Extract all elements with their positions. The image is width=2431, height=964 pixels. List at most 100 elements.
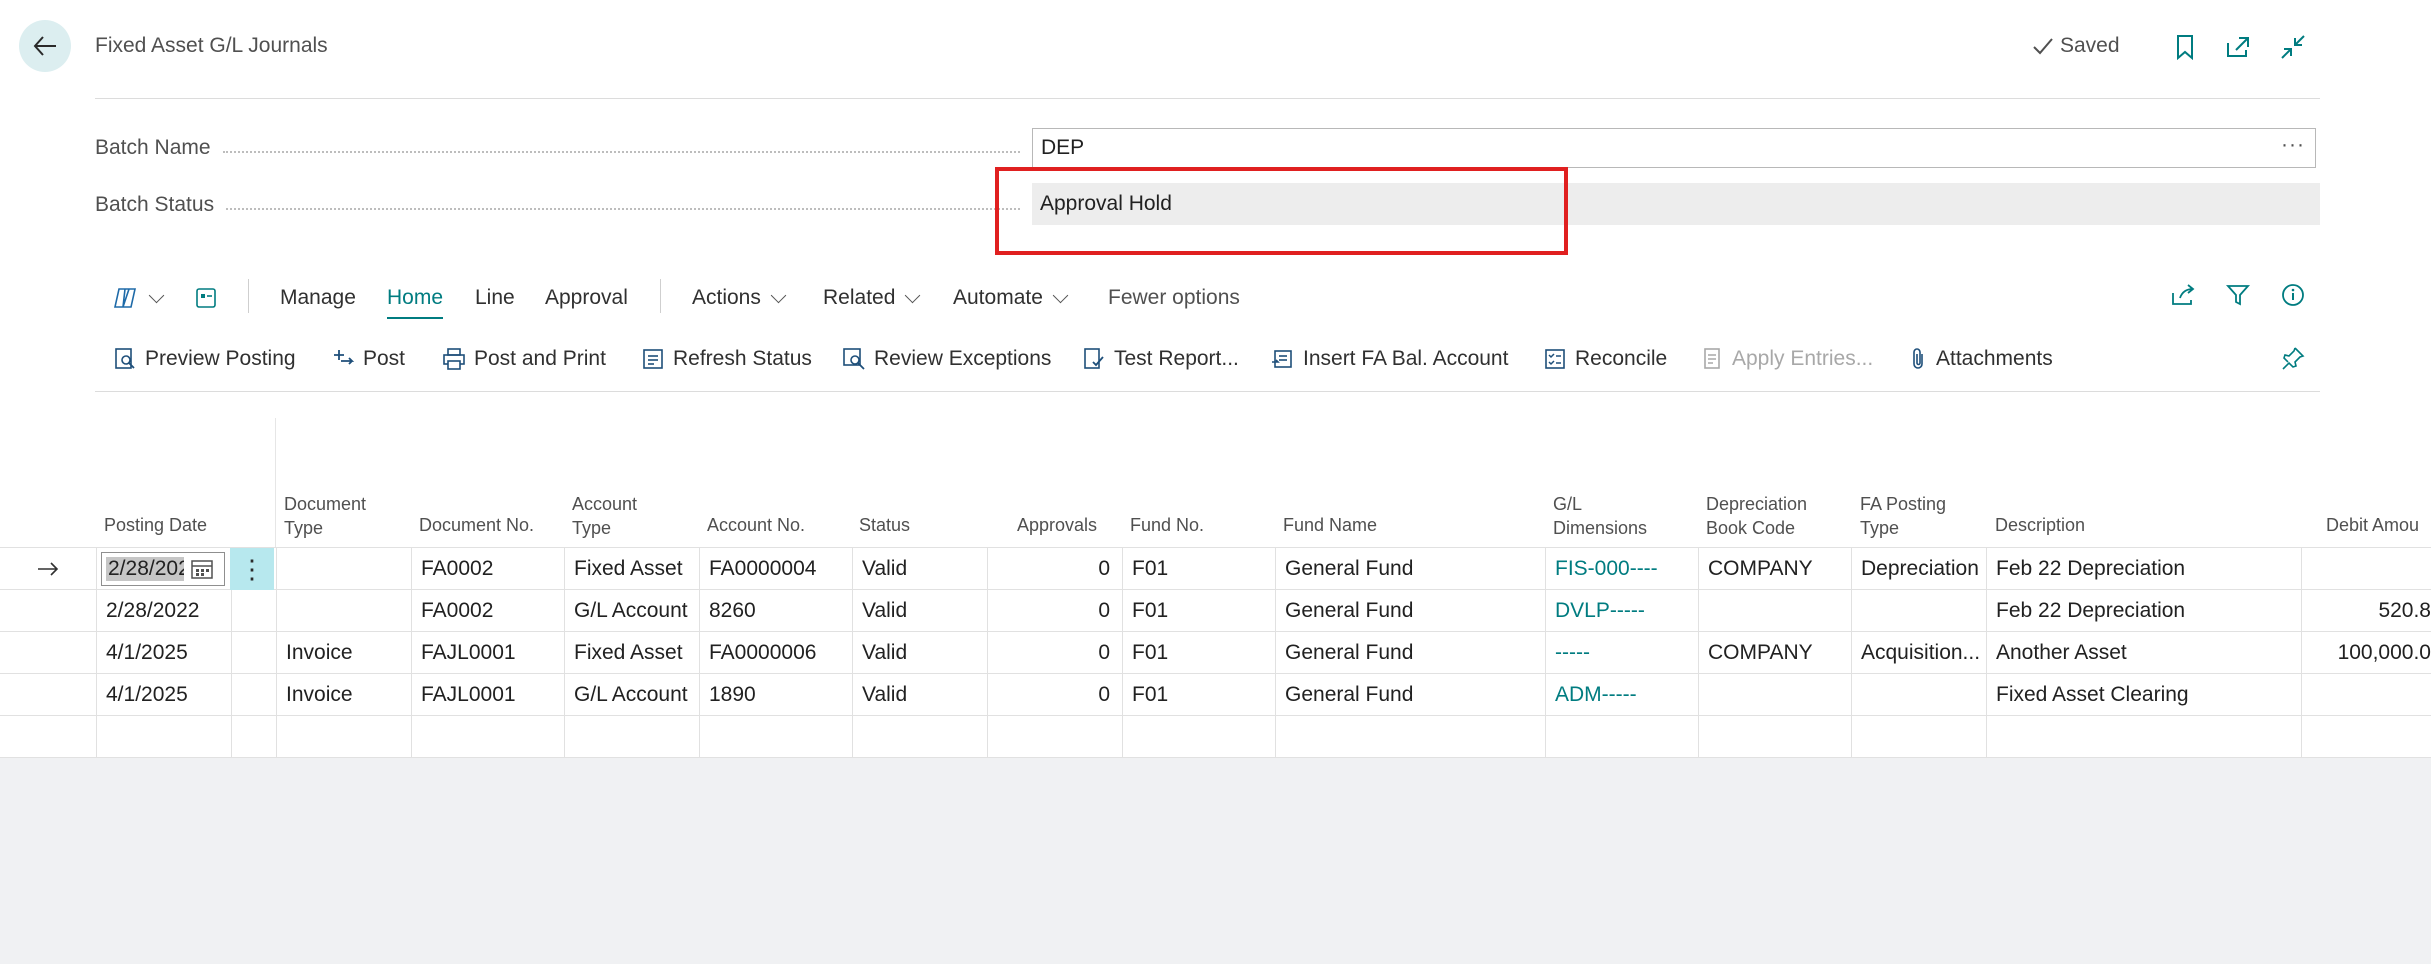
gl-dimensions-link[interactable]: FIS-000---- — [1545, 548, 1698, 590]
debit-amount-cell[interactable]: 520.8 — [2301, 590, 2431, 632]
account-no-cell[interactable]: FA0000006 — [699, 632, 852, 674]
account-type-cell[interactable]: Fixed Asset — [564, 548, 699, 590]
posting-date-cell[interactable]: 4/1/2025 — [96, 674, 231, 716]
description-cell[interactable] — [1986, 716, 2301, 758]
col-header-fa-posting-type[interactable]: FA Posting Type — [1860, 492, 1946, 540]
tab-manage[interactable]: Manage — [280, 283, 356, 313]
col-header-posting-date[interactable]: Posting Date — [104, 513, 207, 537]
pin-action-bar-button[interactable] — [2278, 343, 2308, 373]
posting-date-cell[interactable]: 4/1/2025 — [96, 632, 231, 674]
preview-posting-button[interactable]: Preview Posting — [113, 344, 296, 374]
fa-posting-type-cell[interactable] — [1851, 590, 1986, 632]
document-type-cell[interactable] — [276, 716, 411, 758]
col-header-account-type[interactable]: Account Type — [572, 492, 637, 540]
account-type-cell[interactable] — [564, 716, 699, 758]
table-row[interactable]: 4/1/2025 Invoice FAJL0001 Fixed Asset FA… — [0, 632, 2431, 674]
batch-name-input[interactable]: DEP ··· — [1032, 128, 2316, 168]
col-header-depreciation-book-code[interactable]: Depreciation Book Code — [1706, 492, 1807, 540]
row-actions-cell[interactable] — [231, 590, 276, 632]
related-menu[interactable]: Related — [823, 283, 921, 313]
account-no-cell[interactable]: 8260 — [699, 590, 852, 632]
gl-dimensions-link[interactable]: DVLP----- — [1545, 590, 1698, 632]
share-button[interactable] — [2168, 280, 2198, 310]
post-and-print-button[interactable]: Post and Print — [442, 344, 606, 374]
document-no-cell[interactable]: FA0002 — [411, 590, 564, 632]
col-header-status[interactable]: Status — [859, 513, 910, 537]
account-no-cell[interactable]: 1890 — [699, 674, 852, 716]
col-header-fund-name[interactable]: Fund Name — [1283, 513, 1377, 537]
posting-date-input[interactable]: 2/28/202 — [101, 552, 225, 586]
back-button[interactable] — [19, 20, 71, 72]
depreciation-book-cell[interactable] — [1698, 674, 1851, 716]
gl-dimensions-link[interactable]: ----- — [1545, 632, 1698, 674]
fund-no-cell[interactable]: F01 — [1122, 590, 1275, 632]
depreciation-book-cell[interactable]: COMPANY — [1698, 548, 1851, 590]
gl-dimensions-link[interactable]: ADM----- — [1545, 674, 1698, 716]
debit-amount-cell[interactable] — [2301, 716, 2431, 758]
debit-amount-cell[interactable] — [2301, 548, 2431, 590]
row-actions-cell[interactable] — [231, 674, 276, 716]
collapse-button[interactable] — [2278, 32, 2308, 62]
col-header-document-no[interactable]: Document No. — [419, 513, 534, 537]
fund-no-cell[interactable]: F01 — [1122, 674, 1275, 716]
refresh-status-button[interactable]: Refresh Status — [641, 344, 812, 374]
col-header-document-type[interactable]: Document Type — [284, 492, 366, 540]
fund-no-cell[interactable]: F01 — [1122, 548, 1275, 590]
document-no-cell[interactable]: FA0002 — [411, 548, 564, 590]
posting-date-cell[interactable]: 2/28/2022 — [96, 590, 231, 632]
document-no-cell[interactable]: FAJL0001 — [411, 674, 564, 716]
col-header-account-no[interactable]: Account No. — [707, 513, 805, 537]
account-type-cell[interactable]: G/L Account — [564, 674, 699, 716]
table-row[interactable]: 2/28/202 ⋮ FA0002 Fixed Asset FA0000004 … — [0, 548, 2431, 590]
filter-button[interactable] — [2223, 280, 2253, 310]
fa-posting-type-cell[interactable] — [1851, 716, 1986, 758]
debit-amount-cell[interactable]: 100,000.0 — [2301, 632, 2431, 674]
open-new-window-button[interactable] — [2223, 32, 2253, 62]
apply-entries-button[interactable]: Apply Entries... — [1700, 344, 1873, 374]
depreciation-book-cell[interactable] — [1698, 590, 1851, 632]
actions-menu[interactable]: Actions — [692, 283, 787, 313]
fa-posting-type-cell[interactable]: Depreciation — [1851, 548, 1986, 590]
col-header-approvals[interactable]: Approvals — [1017, 513, 1097, 537]
gl-dimensions-link[interactable] — [1545, 716, 1698, 758]
tab-line[interactable]: Line — [475, 283, 515, 313]
account-type-cell[interactable]: G/L Account — [564, 590, 699, 632]
account-type-cell[interactable]: Fixed Asset — [564, 632, 699, 674]
depreciation-book-cell[interactable]: COMPANY — [1698, 632, 1851, 674]
document-type-cell[interactable] — [276, 548, 411, 590]
info-button[interactable] — [2278, 280, 2308, 310]
col-header-fund-no[interactable]: Fund No. — [1130, 513, 1204, 537]
debit-amount-cell[interactable] — [2301, 674, 2431, 716]
insert-fa-bal-account-button[interactable]: Insert FA Bal. Account — [1271, 344, 1508, 374]
calendar-icon[interactable] — [190, 558, 214, 580]
col-header-description[interactable]: Description — [1995, 513, 2085, 537]
col-header-gl-dimensions[interactable]: G/L Dimensions — [1553, 492, 1647, 540]
account-no-cell[interactable]: FA0000004 — [699, 548, 852, 590]
table-row[interactable]: 4/1/2025 Invoice FAJL0001 G/L Account 18… — [0, 674, 2431, 716]
fewer-options-button[interactable]: Fewer options — [1108, 283, 1240, 313]
copilot-menu-button[interactable] — [113, 283, 165, 313]
document-type-cell[interactable] — [276, 590, 411, 632]
fa-posting-type-cell[interactable]: Acquisition... — [1851, 632, 1986, 674]
depreciation-book-cell[interactable] — [1698, 716, 1851, 758]
tab-home[interactable]: Home — [387, 283, 444, 319]
description-cell[interactable]: Fixed Asset Clearing — [1986, 674, 2301, 716]
reconcile-button[interactable]: Reconcile — [1543, 344, 1667, 374]
test-report-button[interactable]: Test Report... — [1082, 344, 1239, 374]
col-header-debit-amount[interactable]: Debit Amou — [2326, 513, 2419, 537]
row-actions-kebab-icon[interactable]: ⋮ — [230, 548, 274, 590]
fund-no-cell[interactable]: F01 — [1122, 632, 1275, 674]
row-actions-cell[interactable] — [231, 632, 276, 674]
posting-date-cell[interactable]: 2/28/202 — [96, 548, 231, 590]
post-button[interactable]: Post — [331, 344, 405, 374]
row-actions-cell[interactable] — [231, 716, 276, 758]
fa-posting-type-cell[interactable] — [1851, 674, 1986, 716]
bookmark-button[interactable] — [2170, 32, 2200, 62]
table-row[interactable]: 2/28/2022 FA0002 G/L Account 8260 Valid … — [0, 590, 2431, 632]
review-exceptions-button[interactable]: Review Exceptions — [842, 344, 1051, 374]
description-cell[interactable]: Another Asset — [1986, 632, 2301, 674]
automate-menu[interactable]: Automate — [953, 283, 1069, 313]
table-row-empty[interactable] — [0, 716, 2431, 758]
fund-no-cell[interactable] — [1122, 716, 1275, 758]
posting-date-cell[interactable] — [96, 716, 231, 758]
